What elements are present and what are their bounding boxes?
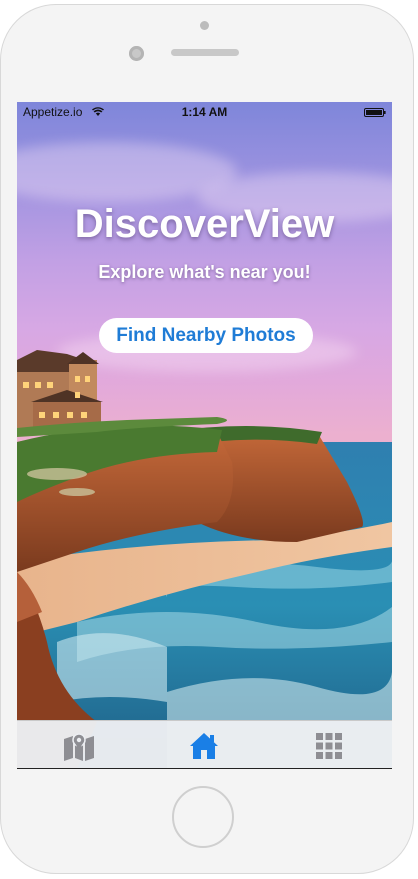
find-nearby-photos-button[interactable]: Find Nearby Photos [99,318,313,353]
screen-bottom-edge [17,768,392,769]
sensor-dot [200,21,209,30]
device-home-button[interactable] [172,786,234,848]
status-time: 1:14 AM [181,105,228,119]
tab-bar [17,720,392,769]
grid-icon [316,732,342,759]
app-subtitle: Explore what's near you! [98,262,311,282]
battery-icon [364,108,386,117]
tab-map[interactable] [39,721,119,769]
status-bar: Appetize.io 1:14 AM [17,102,392,122]
map-icon [64,732,94,761]
tab-grid[interactable] [289,721,369,769]
tab-home[interactable] [164,721,244,769]
home-icon [190,732,218,759]
app-screen: Appetize.io 1:14 AM DiscoverView Explore… [17,102,392,769]
earpiece-speaker [171,49,239,56]
app-title: DiscoverView [74,202,335,246]
front-camera [129,46,144,61]
